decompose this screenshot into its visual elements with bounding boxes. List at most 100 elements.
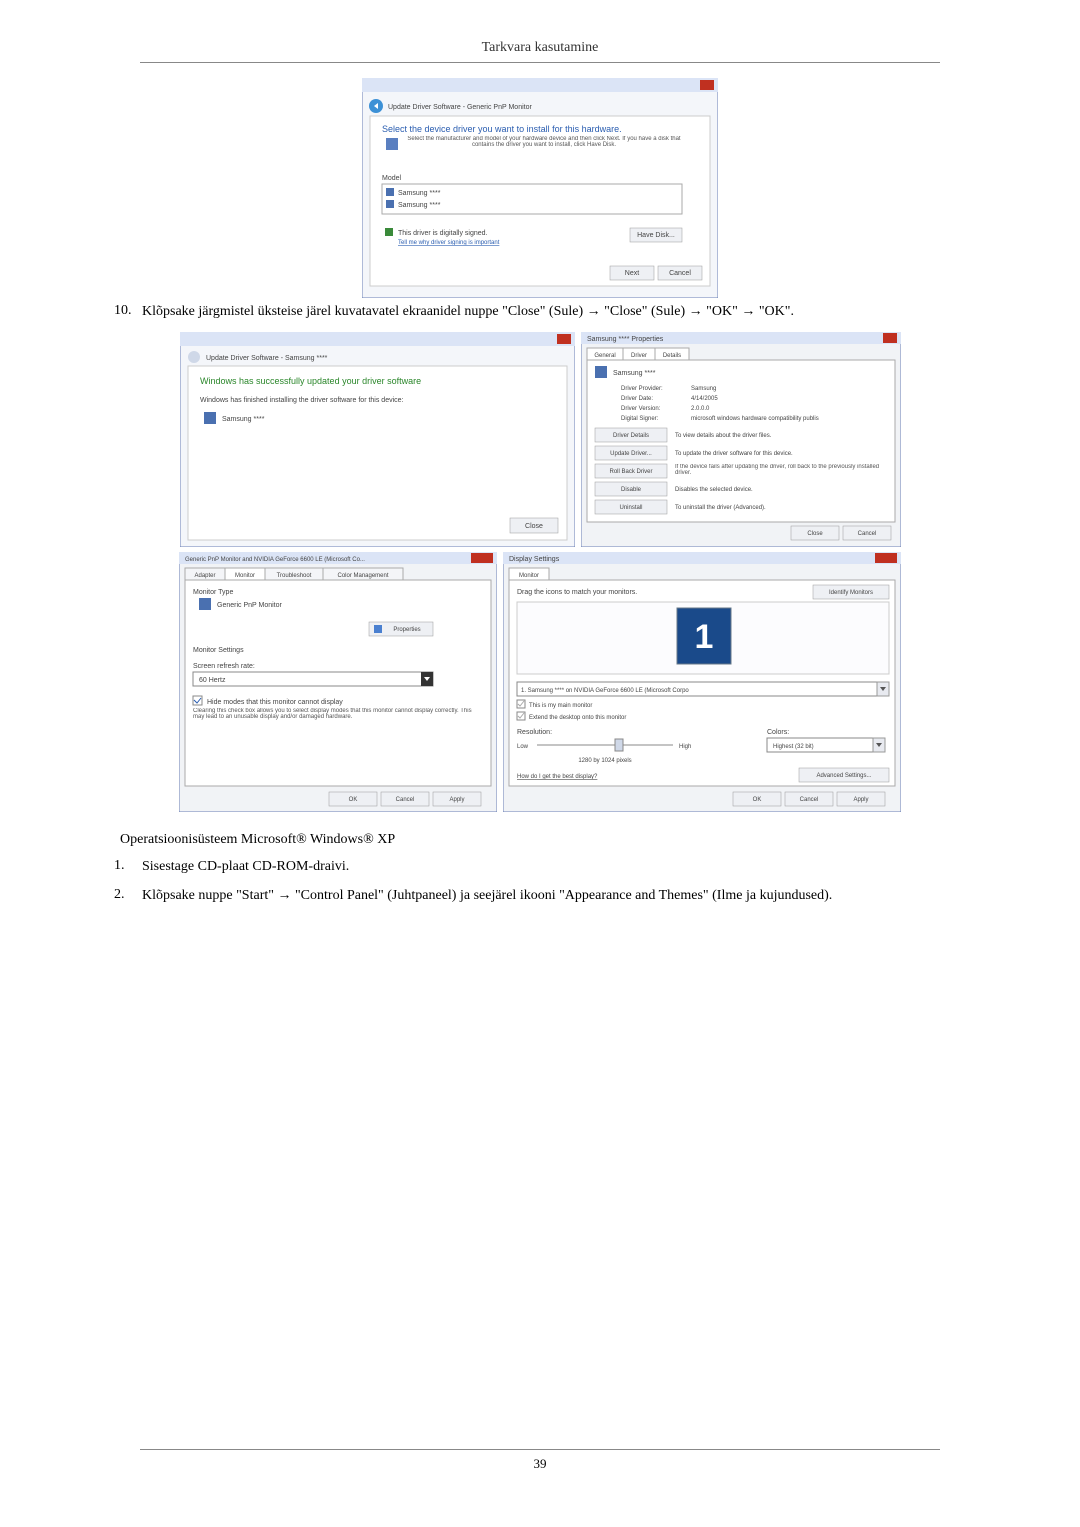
svg-text:Disable: Disable (620, 487, 641, 493)
svg-text:Identify Monitors: Identify Monitors (829, 590, 873, 596)
drag-text: Drag the icons to match your monitors. (517, 589, 637, 596)
svg-text:Cancel: Cancel (396, 797, 415, 803)
svg-text:General: General (594, 353, 615, 359)
device-name: Samsung **** (222, 416, 265, 423)
monitor-icon (204, 412, 216, 424)
monitor-icon (199, 598, 211, 610)
step-number-2: 2. (114, 887, 142, 906)
hide-modes-desc: Clearing this check box allows you to se… (193, 708, 473, 720)
svg-text:Update Driver...: Update Driver... (610, 451, 652, 457)
step-number-10: 10. (114, 303, 142, 322)
signed-text: This driver is digitally signed. (398, 230, 488, 237)
refresh-dropdown[interactable] (193, 672, 433, 686)
success-subtext: Windows has finished installing the driv… (200, 397, 404, 404)
svg-text:High: High (679, 744, 691, 750)
svg-text:4/14/2005: 4/14/2005 (691, 396, 718, 402)
svg-text:Driver Date:: Driver Date: (621, 396, 653, 402)
svg-text:1. Samsung **** on NVIDIA GeFo: 1. Samsung **** on NVIDIA GeForce 6600 L… (521, 688, 689, 694)
resolution-value: 1280 by 1024 pixels (578, 758, 631, 764)
svg-text:Properties: Properties (393, 627, 420, 633)
svg-text:Roll Back Driver: Roll Back Driver (609, 469, 652, 475)
svg-text:Highest (32 bit): Highest (32 bit) (773, 744, 814, 750)
svg-text:Driver Version:: Driver Version: (621, 406, 661, 412)
dialog-subtext: Select the manufacturer and model of you… (404, 136, 684, 148)
svg-text:Monitor: Monitor (235, 573, 255, 579)
success-title: Windows has successfully updated your dr… (200, 376, 421, 386)
svg-text:Samsung: Samsung (691, 386, 716, 392)
svg-text:Adapter: Adapter (194, 573, 215, 579)
svg-text:To uninstall the driver (Advan: To uninstall the driver (Advanced). (675, 505, 766, 511)
svg-text:Close: Close (807, 531, 823, 537)
close-icon[interactable] (883, 333, 897, 343)
info-icon (386, 138, 398, 150)
window-title: Display Settings (509, 556, 560, 563)
model-item-1[interactable]: Samsung **** (398, 190, 441, 197)
close-icon[interactable] (700, 80, 714, 90)
svg-text:Next: Next (625, 270, 639, 277)
window-title: Samsung **** Properties (587, 336, 664, 343)
monitor-settings-label: Monitor Settings (193, 647, 244, 654)
shield-check-icon (385, 228, 393, 236)
svg-text:Advanced Settings...: Advanced Settings... (816, 773, 871, 779)
svg-text:Driver Provider:: Driver Provider: (621, 386, 663, 392)
refresh-label: Screen refresh rate: (193, 663, 255, 670)
step-text-1: Sisestage CD-plaat CD-ROM-draivi. (142, 858, 970, 877)
main-monitor-label: This is my main monitor (529, 703, 592, 709)
driver-select-dialog: Update Driver Software - Generic PnP Mon… (362, 78, 718, 298)
monitor-type-value: Generic PnP Monitor (217, 602, 283, 609)
window-title: Generic PnP Monitor and NVIDIA GeForce 6… (185, 557, 365, 563)
colors-label: Colors: (767, 729, 789, 736)
svg-text:To view details about the driv: To view details about the driver files. (675, 433, 772, 439)
svg-text:Color Management: Color Management (337, 573, 388, 579)
svg-text:To update the driver software: To update the driver software for this d… (675, 451, 793, 457)
monitor-icon (386, 200, 394, 208)
signing-link[interactable]: Tell me why driver signing is important (398, 240, 500, 246)
close-icon[interactable] (471, 553, 493, 563)
svg-text:Cancel: Cancel (857, 531, 876, 537)
close-icon[interactable] (875, 553, 897, 563)
display-settings-dialog: Display Settings Monitor Drag the icons … (503, 552, 901, 812)
model-label: Model (382, 175, 402, 182)
breadcrumb: Update Driver Software - Generic PnP Mon… (388, 104, 532, 111)
svg-text:Disables the selected device.: Disables the selected device. (675, 487, 753, 493)
svg-text:Cancel: Cancel (669, 270, 691, 277)
svg-text:Monitor: Monitor (519, 573, 539, 579)
svg-text:Details: Details (662, 353, 680, 359)
dialog-title: Select the device driver you want to ins… (382, 124, 622, 134)
resolution-label: Resolution: (517, 729, 552, 736)
svg-text:Apply: Apply (853, 797, 868, 803)
extend-desktop-label: Extend the desktop onto this monitor (529, 715, 626, 721)
svg-text:OK: OK (753, 797, 762, 803)
breadcrumb: Update Driver Software - Samsung **** (206, 355, 328, 362)
page-number: 39 (140, 1449, 940, 1472)
svg-text:OK: OK (349, 797, 358, 803)
monitor-icon (595, 366, 607, 378)
svg-text:Low: Low (517, 744, 529, 750)
monitor-properties-dialog: Generic PnP Monitor and NVIDIA GeForce 6… (179, 552, 497, 812)
shield-icon (374, 625, 382, 633)
svg-text:Apply: Apply (449, 797, 464, 803)
hide-modes-label: Hide modes that this monitor cannot disp… (207, 699, 343, 706)
resolution-slider[interactable] (615, 739, 623, 751)
svg-text:2.0.0.0: 2.0.0.0 (691, 406, 710, 412)
svg-text:60 Hertz: 60 Hertz (199, 677, 226, 684)
best-display-link[interactable]: How do I get the best display? (517, 774, 598, 780)
step-number-1: 1. (114, 858, 142, 877)
svg-text:Uninstall: Uninstall (619, 505, 642, 511)
device-name: Samsung **** (613, 370, 656, 377)
svg-text:1: 1 (695, 618, 714, 656)
svg-text:Troubleshoot: Troubleshoot (277, 573, 312, 579)
model-item-2[interactable]: Samsung **** (398, 202, 441, 209)
step-text-2: Klõpsake nuppe "Start" → "Control Panel"… (142, 887, 970, 906)
page-header: Tarkvara kasutamine (140, 40, 940, 63)
monitor-icon (386, 188, 394, 196)
svg-text:Have Disk...: Have Disk... (637, 232, 675, 239)
monitor-type-label: Monitor Type (193, 589, 233, 596)
svg-text:Digital Signer:: Digital Signer: (621, 416, 659, 422)
svg-text:Cancel: Cancel (800, 797, 819, 803)
update-success-dialog: Update Driver Software - Samsung **** Wi… (180, 332, 575, 547)
svg-text:Driver: Driver (631, 353, 647, 359)
close-icon[interactable] (557, 334, 571, 344)
step-text-10: Klõpsake järgmistel üksteise järel kuvat… (142, 303, 970, 322)
svg-text:Driver Details: Driver Details (612, 433, 648, 439)
